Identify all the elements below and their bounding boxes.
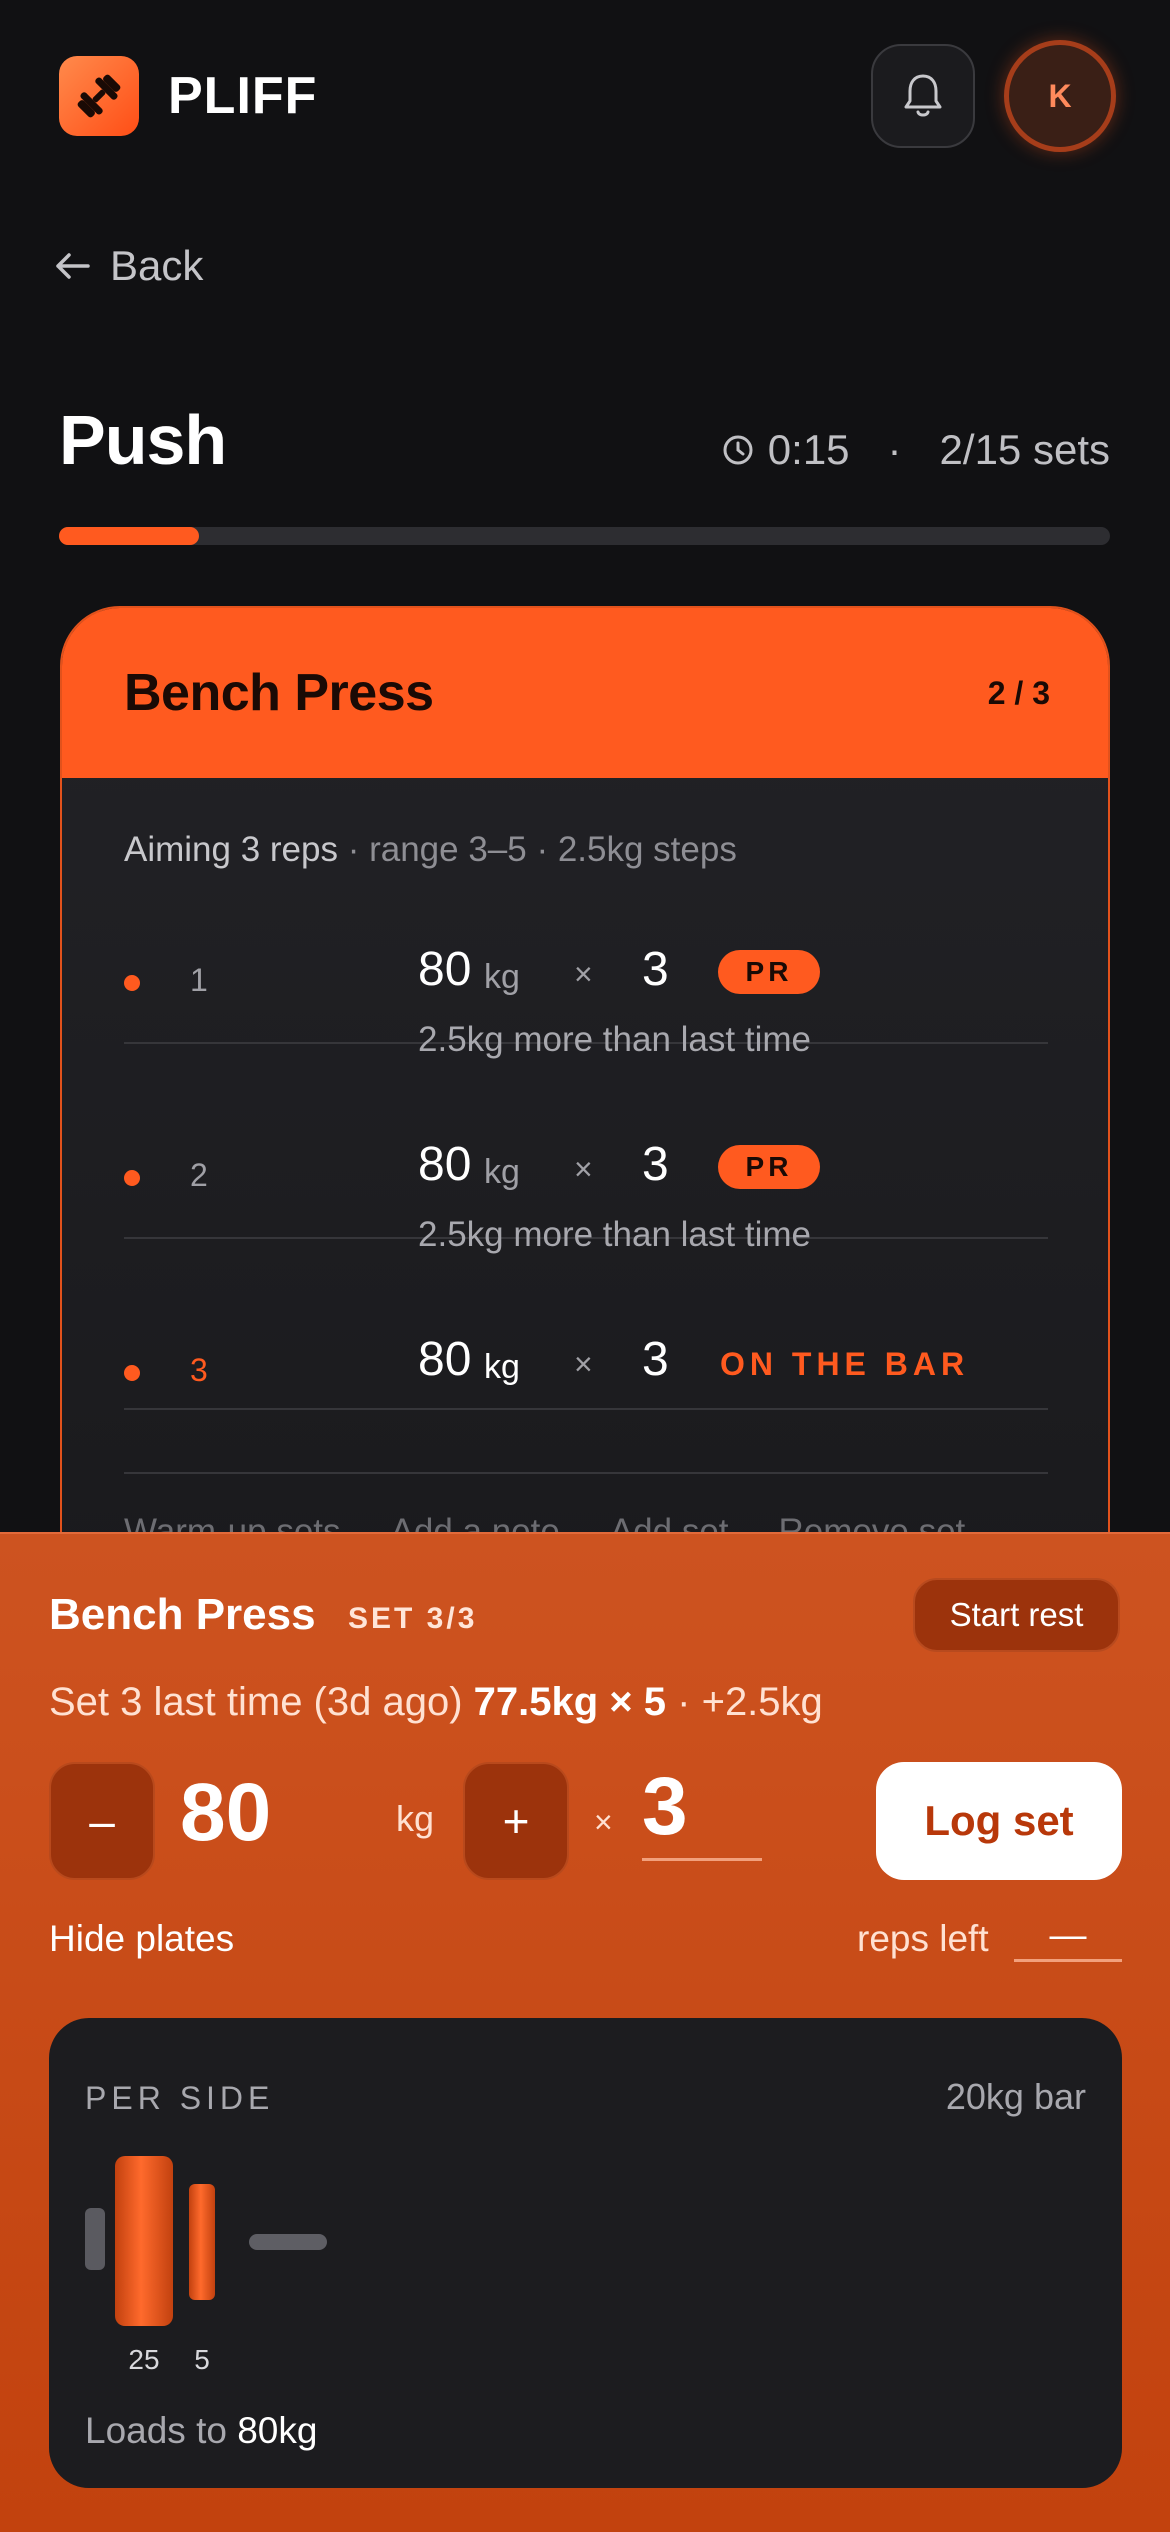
workout-progress-fill [59, 527, 199, 545]
stats-separator: · [887, 426, 902, 473]
app-logo [59, 56, 139, 136]
bar-sleeve [249, 2234, 327, 2250]
set-number: 1 [190, 962, 208, 998]
plate-25 [115, 2156, 173, 2326]
set-logger-sheet: Bench Press SET 3/3 Start rest Set 3 las… [0, 1532, 1170, 2532]
avatar[interactable]: K [1004, 40, 1116, 152]
reps-input[interactable]: 3 [642, 1760, 762, 1861]
log-set-button[interactable]: Log set [876, 1762, 1122, 1880]
plate-calculator: PER SIDE 20kg bar 25 5 Loads to 80kg [49, 2018, 1122, 2488]
workout-stats: 0:15 · 2/15 sets [722, 426, 1110, 474]
rep-target: Aiming 3 reps · range 3–5 · 2.5kg steps [124, 830, 737, 870]
set-row-active[interactable]: 3 80 kg × 3 ON THE BAR [124, 1332, 1048, 1410]
plate-label: 5 [194, 2344, 210, 2375]
sets-progress: 2/15 sets [939, 426, 1110, 473]
times-sign: × [594, 1804, 613, 1840]
bell-icon [904, 74, 942, 117]
set-status-dot [124, 1365, 140, 1381]
back-label: Back [110, 242, 204, 289]
on-the-bar-status: ON THE BAR [720, 1346, 970, 1382]
dumbbell-icon [77, 74, 121, 118]
times-sign: × [574, 1151, 593, 1187]
last-time-prefix: Set 3 last time (3d ago) [49, 1680, 474, 1724]
increase-weight-button[interactable]: + [463, 1762, 569, 1880]
notifications-button[interactable] [871, 44, 975, 148]
clock-icon [723, 435, 753, 465]
bar-collar [85, 2208, 105, 2270]
workout-progress-bar [59, 527, 1110, 545]
set-unit: kg [484, 1348, 520, 1386]
times-sign: × [574, 1346, 593, 1382]
set-weight: 80 [418, 943, 472, 996]
exercise-name: Bench Press [124, 664, 434, 722]
times-sign: × [574, 956, 593, 992]
pr-badge: PR [718, 950, 820, 994]
loads-prefix: Loads to [85, 2410, 238, 2451]
set-unit: kg [484, 1153, 520, 1191]
loads-summary: Loads to 80kg [85, 2410, 317, 2452]
set-reps: 3 [642, 1138, 669, 1191]
reps-left-label: reps left [857, 1918, 989, 1959]
decrease-weight-button[interactable]: – [49, 1762, 155, 1880]
per-side-label: PER SIDE [85, 2080, 275, 2116]
set-number: 2 [190, 1157, 208, 1193]
rep-target-main: Aiming 3 reps [124, 830, 338, 869]
set-row[interactable]: 1 80 kg × 3 PR 2.5kg more than last time [124, 942, 1048, 1059]
back-button[interactable]: Back [54, 242, 203, 290]
app-name: PLIFF [168, 67, 318, 125]
set-status-dot [124, 1170, 140, 1186]
start-rest-button[interactable]: Start rest [913, 1578, 1120, 1652]
divider [124, 1472, 1048, 1474]
logger-set-label: SET 3/3 [348, 1602, 478, 1635]
plate-label: 25 [128, 2344, 160, 2375]
set-status-dot [124, 975, 140, 991]
set-reps: 3 [642, 1333, 669, 1386]
set-unit: kg [484, 958, 520, 996]
hide-plates-toggle[interactable]: Hide plates [49, 1918, 234, 1960]
set-note: 2.5kg more than last time [418, 1020, 811, 1059]
set-reps: 3 [642, 943, 669, 996]
workout-timer: 0:15 [767, 426, 850, 473]
last-time-summary: Set 3 last time (3d ago) 77.5kg × 5 · +2… [49, 1680, 823, 1725]
weight-input[interactable]: 80 [180, 1766, 271, 1860]
weight-unit: kg [396, 1798, 435, 1839]
bar-weight-label: 20kg bar [945, 2076, 1086, 2117]
exercise-card-header[interactable]: Bench Press 2 / 3 [62, 608, 1108, 778]
last-time-delta: · +2.5kg [666, 1680, 823, 1724]
set-weight: 80 [418, 1333, 472, 1386]
set-note: 2.5kg more than last time [418, 1215, 811, 1254]
loads-value: 80kg [237, 2410, 318, 2451]
logger-exercise-name: Bench Press [49, 1590, 316, 1639]
plate-5 [189, 2184, 215, 2300]
set-number: 3 [190, 1352, 208, 1388]
arrow-left-icon [56, 253, 90, 279]
reps-left-input[interactable]: — [1014, 1914, 1122, 1962]
exercise-card: Bench Press 2 / 3 Aiming 3 reps · range … [60, 606, 1110, 1606]
avatar-initial: K [1048, 77, 1072, 114]
workout-title: Push [59, 401, 227, 479]
exercise-set-count: 2 / 3 [987, 674, 1050, 711]
pr-badge: PR [718, 1145, 820, 1189]
set-weight: 80 [418, 1138, 472, 1191]
set-row[interactable]: 2 80 kg × 3 PR 2.5kg more than last time [124, 1137, 1048, 1254]
last-time-value: 77.5kg × 5 [473, 1680, 667, 1724]
rep-target-extra: · range 3–5 · 2.5kg steps [337, 830, 737, 869]
